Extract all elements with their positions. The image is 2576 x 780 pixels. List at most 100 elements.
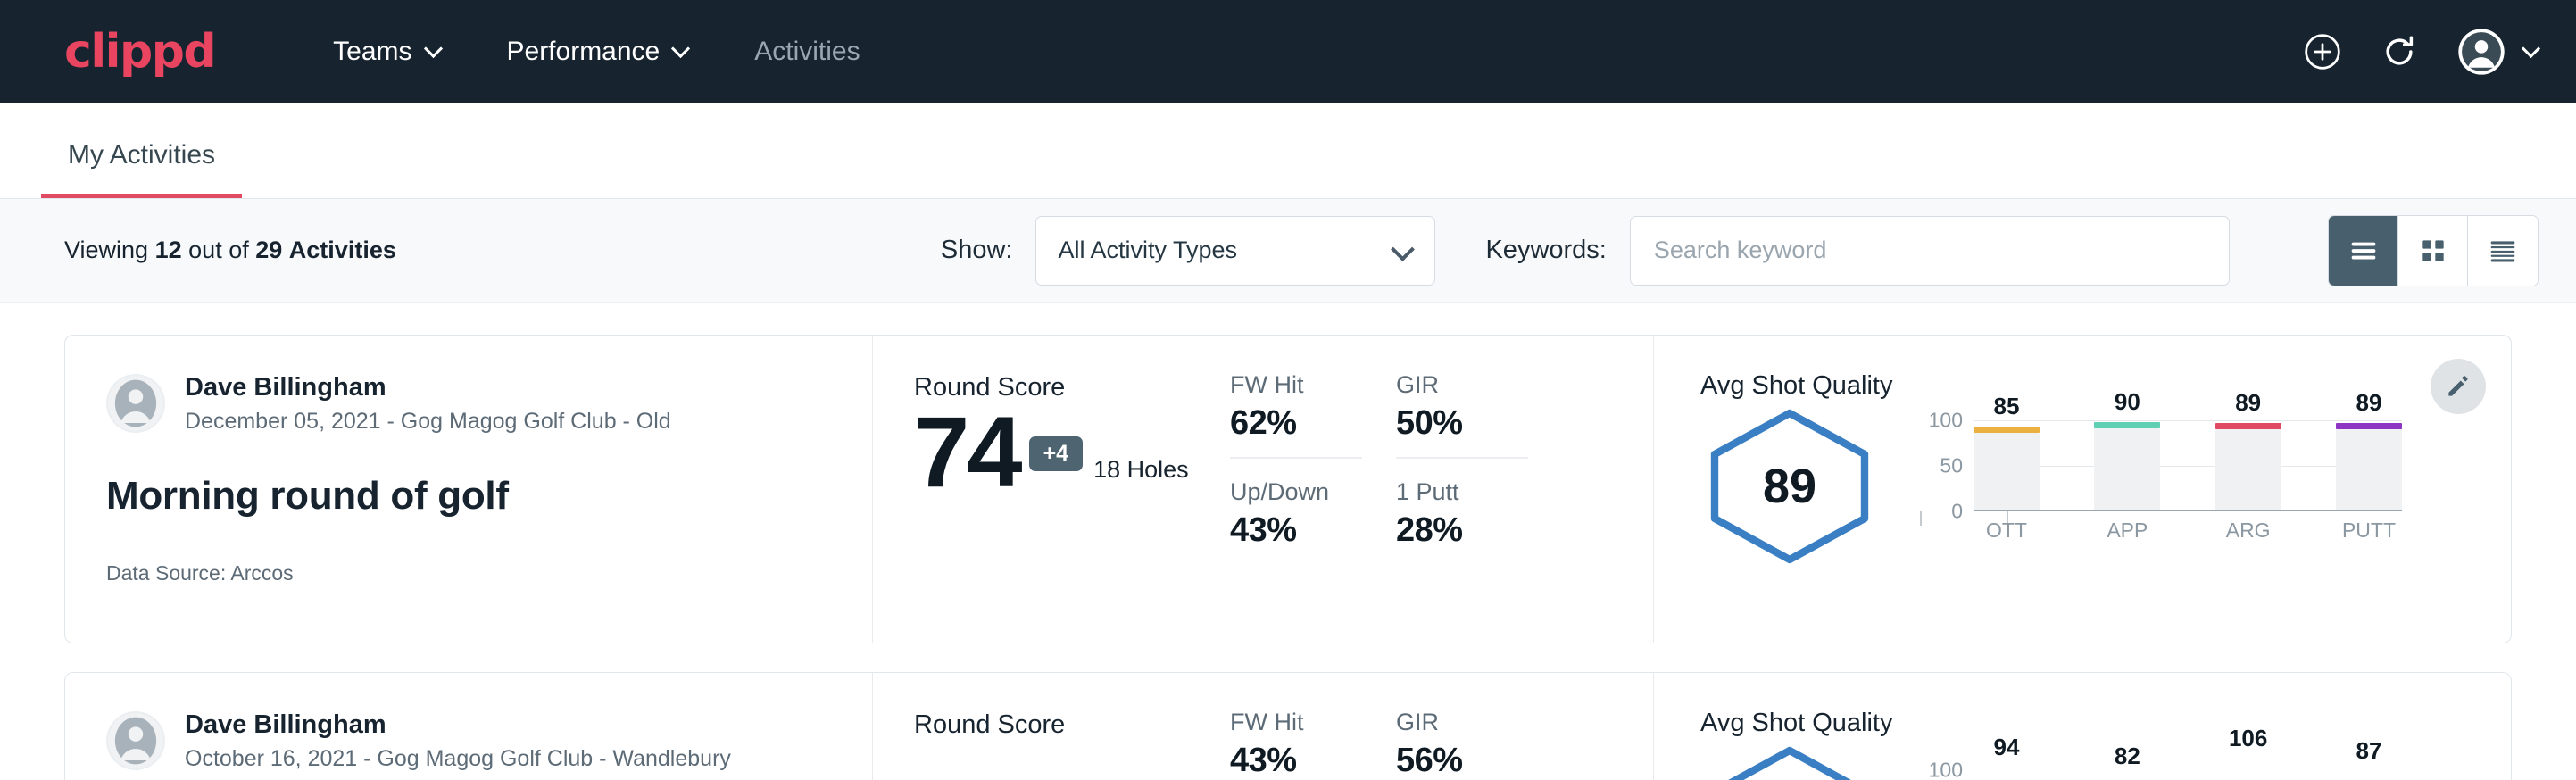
list-view-icon	[2346, 233, 2381, 269]
nav-item-label: Teams	[333, 37, 411, 67]
chevron-down-icon	[1393, 241, 1413, 261]
view-mode-toggle-group	[2328, 215, 2539, 286]
shot-quality-bar-chart: 100 94 82 106	[1920, 743, 2402, 780]
stat-value: 28%	[1396, 511, 1528, 550]
bar-value: 87	[2336, 737, 2402, 765]
search-input[interactable]	[1630, 216, 2230, 286]
nav-item-performance[interactable]: Performance	[475, 37, 723, 67]
stat-value: 56%	[1396, 742, 1528, 780]
user-avatar-icon	[106, 711, 165, 770]
app-logo[interactable]: clippd	[64, 29, 215, 75]
show-label: Show:	[941, 236, 1013, 265]
activity-user-row: Dave Billingham October 16, 2021 - Gog M…	[106, 709, 831, 774]
quality-score-value	[1700, 743, 1879, 780]
x-label-app: APP	[2094, 519, 2160, 543]
round-stats-grid: FW Hit 43% GIR 56%	[1230, 709, 1653, 780]
bar-column-ott: 94	[1974, 743, 2040, 780]
user-avatar-icon	[2456, 27, 2506, 77]
y-tick-0: 0	[1951, 500, 1963, 524]
activity-user-row: Dave Billingham December 05, 2021 - Gog …	[106, 371, 831, 436]
viewing-suffix: Activities	[289, 236, 396, 263]
round-stats-column: FW Hit 43% GIR 56%	[1230, 673, 1653, 780]
score-to-par-badge: +4	[1029, 436, 1084, 471]
bar-value: 85	[1974, 393, 2040, 420]
top-navigation-bar: clippd Teams Performance Activities	[0, 0, 2576, 103]
bar-value: 90	[2094, 388, 2160, 416]
bar	[2336, 428, 2402, 510]
filter-controls: Show: All Activity Types Keywords:	[941, 216, 2230, 286]
quality-hexagon	[1700, 743, 1879, 780]
bar-value: 89	[2215, 389, 2281, 417]
bar-cap	[2094, 422, 2160, 428]
stat-fw-hit: FW Hit 62%	[1230, 371, 1362, 459]
activity-user-text: Dave Billingham October 16, 2021 - Gog M…	[185, 709, 731, 774]
activity-type-select[interactable]: All Activity Types	[1035, 216, 1435, 286]
activity-card[interactable]: Dave Billingham October 16, 2021 - Gog M…	[64, 672, 2512, 780]
bar	[2215, 428, 2281, 510]
activity-user-text: Dave Billingham December 05, 2021 - Gog …	[185, 371, 671, 436]
chart-bars: 85 90	[1974, 406, 2402, 510]
view-mode-grid-button[interactable]	[2398, 216, 2468, 286]
bar-column-app: 82	[2094, 743, 2160, 780]
chevron-down-icon	[425, 40, 443, 58]
filter-bar: Viewing 12 out of 29 Activities Show: Al…	[0, 199, 2576, 303]
bar-value: 82	[2094, 743, 2160, 770]
stat-label: FW Hit	[1230, 371, 1362, 399]
tab-label: My Activities	[68, 140, 215, 170]
stat-label: Up/Down	[1230, 478, 1362, 506]
round-score-column: Round Score	[873, 673, 1230, 780]
activity-data-source: Data Source: Arccos	[106, 561, 831, 585]
stat-gir: GIR 56%	[1396, 709, 1528, 780]
activity-list: Dave Billingham December 05, 2021 - Gog …	[0, 303, 2576, 780]
bar-cap	[2215, 423, 2281, 429]
stat-label: FW Hit	[1230, 709, 1362, 736]
activity-type-value: All Activity Types	[1058, 236, 1237, 264]
bar-value: 106	[2215, 725, 2281, 752]
view-mode-compact-button[interactable]	[2468, 216, 2538, 286]
primary-nav: Teams Performance Activities	[301, 37, 892, 67]
stat-fw-hit: FW Hit 43%	[1230, 709, 1362, 780]
activity-user-name: Dave Billingham	[185, 371, 671, 403]
avg-shot-quality-column: Avg Shot Quality 100	[1653, 673, 2511, 780]
bar-cap	[1974, 427, 2040, 433]
tab-my-activities[interactable]: My Activities	[41, 140, 242, 198]
round-score-label: Round Score	[914, 710, 1230, 740]
stat-label: 1 Putt	[1396, 478, 1528, 506]
add-button[interactable]	[2303, 32, 2342, 71]
chevron-down-icon	[672, 40, 690, 58]
x-label-putt: PUTT	[2336, 519, 2402, 543]
refresh-button[interactable]	[2380, 32, 2419, 71]
avatar	[106, 374, 165, 433]
avg-shot-quality-column: Avg Shot Quality 89 100 50 0	[1653, 336, 2511, 643]
round-score-row: 74 +4 18 Holes	[914, 406, 1230, 498]
bar-column-putt: 89	[2336, 406, 2402, 510]
user-menu[interactable]	[2456, 27, 2540, 77]
edit-activity-button[interactable]	[2431, 359, 2486, 414]
nav-item-teams[interactable]: Teams	[301, 37, 474, 67]
stat-up-down: Up/Down 43%	[1230, 478, 1362, 564]
bar-column-arg: 106	[2215, 743, 2281, 780]
shot-quality-chart-wrap: 100 94 82 106	[1920, 743, 2511, 780]
activity-info-column: Dave Billingham December 05, 2021 - Gog …	[65, 336, 873, 643]
grid-view-icon	[2415, 233, 2451, 269]
view-mode-list-button[interactable]	[2329, 216, 2398, 286]
activity-card[interactable]: Dave Billingham December 05, 2021 - Gog …	[64, 335, 2512, 643]
round-stats-column: FW Hit 62% GIR 50% Up/Down 43% 1 Putt 28…	[1230, 336, 1653, 643]
chart-x-labels: OTT APP ARG PUTT	[1974, 519, 2402, 543]
activity-user-name: Dave Billingham	[185, 709, 731, 741]
chart-plot-area: 94 82 106	[1974, 743, 2402, 780]
bar-column-app: 90	[2094, 406, 2160, 510]
stat-value: 43%	[1230, 511, 1362, 550]
y-tick-50: 50	[1940, 454, 1963, 478]
shot-quality-chart-wrap: 100 50 0 85	[1920, 406, 2511, 540]
stat-label: GIR	[1396, 371, 1528, 399]
nav-item-activities[interactable]: Activities	[722, 37, 892, 67]
quality-score-value: 89	[1700, 406, 1879, 567]
stat-label: GIR	[1396, 709, 1528, 736]
avg-shot-quality-label: Avg Shot Quality	[1700, 709, 2511, 738]
activity-title: Morning round of golf	[106, 474, 831, 519]
x-label-arg: ARG	[2215, 519, 2281, 543]
bar-column-arg: 89	[2215, 406, 2281, 510]
round-score-value: 74	[914, 406, 1020, 498]
activity-meta: December 05, 2021 - Gog Magog Golf Club …	[185, 407, 671, 436]
